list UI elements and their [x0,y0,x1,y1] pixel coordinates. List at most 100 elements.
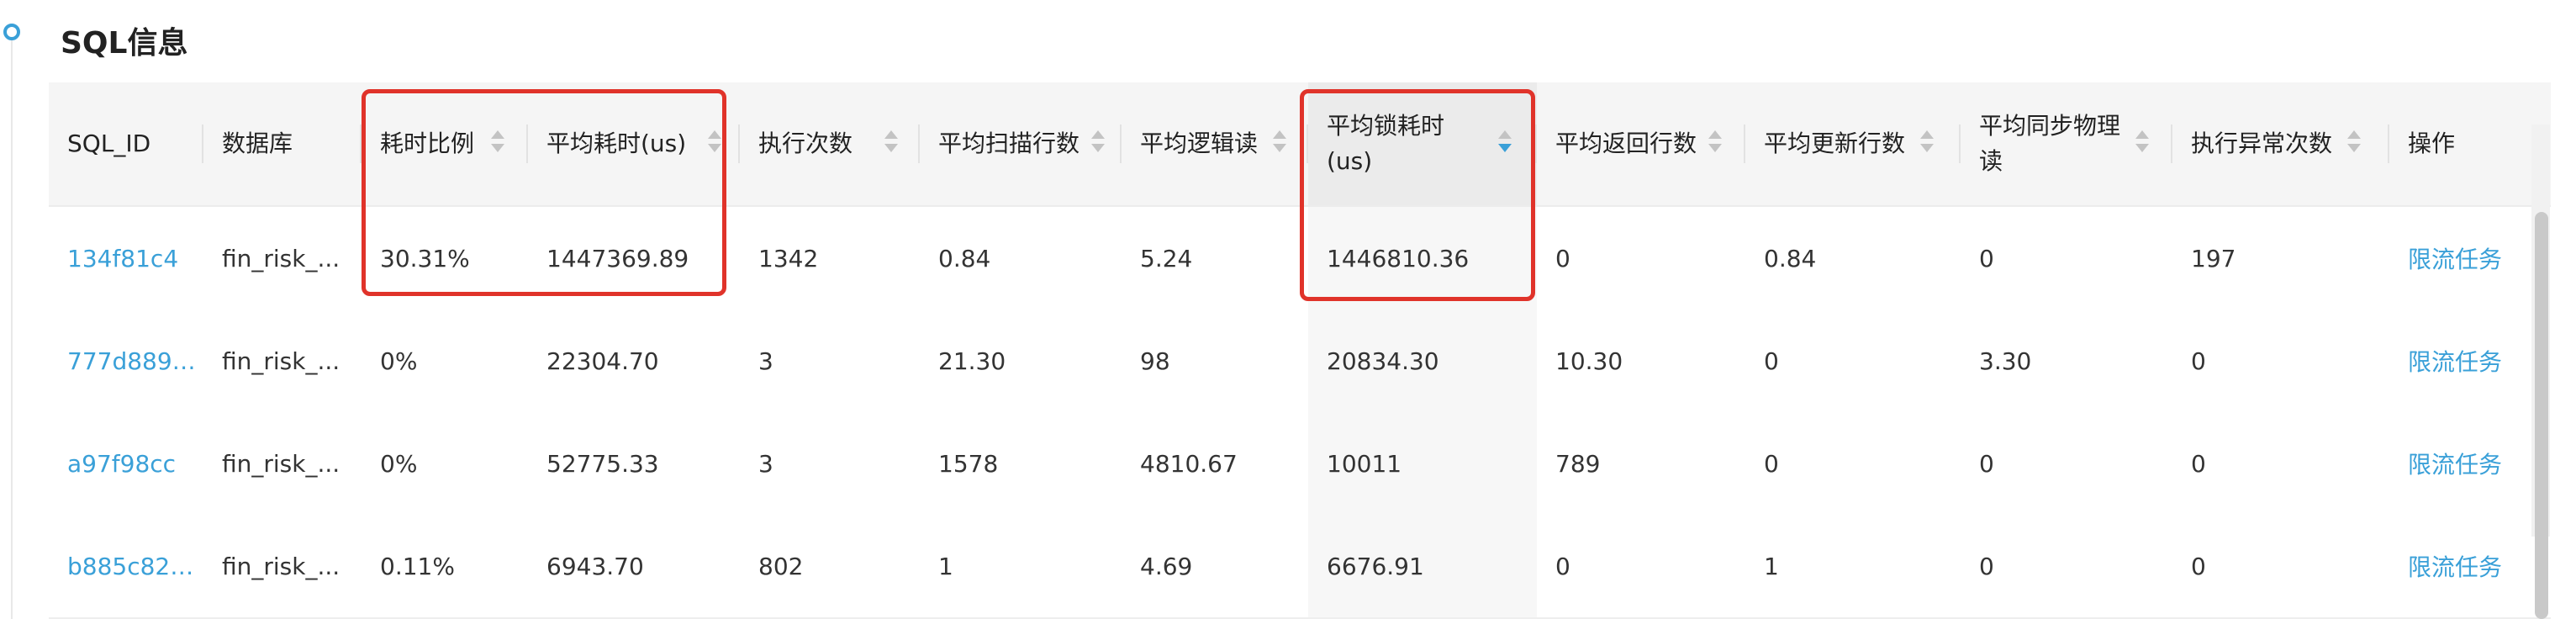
column-header-label: 执行异常次数 [2191,130,2333,157]
cell-value: 4810.67 [1140,449,1238,478]
cell-value: 0 [1979,244,1994,272]
cell-time-ratio: 30.31% [362,207,528,310]
caret-up-icon [1708,130,1722,139]
cell-value: 98 [1140,347,1170,375]
cell-value: 0 [1979,552,1994,580]
sql-id-link[interactable]: a97f98cc [67,450,203,478]
column-header-label: 平均返回行数 [1555,130,1697,157]
cell-value: 1 [938,552,953,580]
cell-exec-count: 1342 [740,207,920,310]
caret-down-icon [708,144,721,152]
cell-value: 0 [1979,449,1994,478]
cell-avg-logical-reads: 4810.67 [1122,412,1308,515]
sort-icon[interactable] [1708,130,1722,159]
cell-avg-update-rows: 0 [1745,310,1961,412]
column-header-avg-scan-rows[interactable]: 平均扫描行数 [920,82,1122,205]
sort-icon[interactable] [1273,130,1286,159]
cell-avg-sync-phys-reads: 0 [1961,515,2172,617]
cell-value: 1 [1764,552,1779,580]
cell-value: 0% [380,347,418,375]
cell-value: 3.30 [1979,347,2032,375]
cell-value: 0% [380,449,418,478]
sort-icon[interactable] [708,130,721,159]
rate-limit-task-link[interactable]: 限流任务 [2408,447,2551,480]
column-header-label: 平均扫描行数 [938,130,1080,157]
cell-value: 1446810.36 [1327,244,1470,272]
cell-sql-id[interactable]: 134f81c4 [49,207,203,310]
caret-up-icon [708,130,721,139]
cell-value: 1447369.89 [546,244,689,272]
cell-action[interactable]: 限流任务 [2389,207,2551,310]
caret-down-icon [1091,144,1105,152]
cell-sql-id[interactable]: a97f98cc [49,412,203,515]
sort-icon[interactable] [491,130,504,159]
cell-avg-update-rows: 0.84 [1745,207,1961,310]
cell-value: 22304.70 [546,347,659,375]
column-header-action: 操作 [2389,82,2551,205]
cell-exec-count: 3 [740,310,920,412]
column-header-label: 平均更新行数 [1764,130,1906,157]
sql-id-link[interactable]: 777d889b... [67,347,203,375]
cell-action[interactable]: 限流任务 [2389,515,2551,617]
cell-value: 30.31% [380,244,470,272]
cell-value: 52775.33 [546,449,659,478]
cell-avg-return-rows: 10.30 [1537,310,1745,412]
column-header-database: 数据库 [203,82,362,205]
cell-avg-scan-rows: 1578 [920,412,1122,515]
cell-value: fin_risk_... [222,347,340,375]
cell-value: 197 [2191,244,2236,272]
column-header-avg-return-rows[interactable]: 平均返回行数 [1537,82,1745,205]
cell-value: fin_risk_... [222,449,340,478]
column-header-avg-time[interactable]: 平均耗时(us) [528,82,740,205]
sql-id-link[interactable]: b885c825... [67,553,203,580]
column-header-avg-lock-time[interactable]: 平均锁耗时(us) [1308,82,1537,205]
column-header-avg-update-rows[interactable]: 平均更新行数 [1745,82,1961,205]
cell-sql-id[interactable]: 777d889b... [49,310,203,412]
cell-value: 0 [1764,347,1779,375]
sort-desc-icon[interactable] [1498,130,1512,159]
caret-up-icon [1498,130,1512,139]
cell-avg-time: 22304.70 [528,310,740,412]
column-header-exec-count[interactable]: 执行次数 [740,82,920,205]
rate-limit-task-link[interactable]: 限流任务 [2408,549,2551,583]
cell-exec-count: 802 [740,515,920,617]
cell-value: 1578 [938,449,999,478]
caret-up-icon [2347,130,2361,139]
column-header-avg-sync-phys-reads[interactable]: 平均同步物理读 [1961,82,2172,205]
sort-icon[interactable] [884,130,898,159]
cell-value: 3 [758,347,773,375]
column-header-sql-id: SQL_ID [49,82,203,205]
table-row: 134f81c4 fin_risk_... 30.31% 1447369.89 1342… [49,207,2551,311]
cell-time-ratio: 0% [362,412,528,515]
cell-value: fin_risk_... [222,244,340,272]
caret-up-icon [491,130,504,139]
column-header-exec-error-count[interactable]: 执行异常次数 [2172,82,2389,205]
cell-avg-logical-reads: 98 [1122,310,1308,412]
cell-exec-error-count: 0 [2172,310,2389,412]
column-header-time-ratio[interactable]: 耗时比例 [362,82,528,205]
sort-icon[interactable] [2347,130,2361,159]
cell-action[interactable]: 限流任务 [2389,310,2551,412]
column-header-label: 平均锁耗时(us) [1327,112,1445,175]
cell-value: 0.84 [1764,244,1817,272]
scrollbar-thumb[interactable] [2535,212,2548,619]
cell-avg-scan-rows: 0.84 [920,207,1122,310]
cell-action[interactable]: 限流任务 [2389,412,2551,515]
cell-value: 0.11% [380,552,455,580]
cell-avg-scan-rows: 21.30 [920,310,1122,412]
cell-value: 0 [2191,552,2206,580]
sort-icon[interactable] [1091,130,1105,159]
column-header-avg-logical-reads[interactable]: 平均逻辑读 [1122,82,1308,205]
cell-avg-update-rows: 1 [1745,515,1961,617]
cell-sql-id[interactable]: b885c825... [49,515,203,617]
sql-id-link[interactable]: 134f81c4 [67,245,203,272]
cell-value: 5.24 [1140,244,1193,272]
cell-avg-time: 1447369.89 [528,207,740,310]
rate-limit-task-link[interactable]: 限流任务 [2408,344,2551,378]
cell-exec-error-count: 197 [2172,207,2389,310]
cell-exec-error-count: 0 [2172,412,2389,515]
sort-icon[interactable] [1920,130,1934,159]
sort-icon[interactable] [2135,130,2149,159]
rate-limit-task-link[interactable]: 限流任务 [2408,241,2551,275]
cell-avg-return-rows: 789 [1537,412,1745,515]
